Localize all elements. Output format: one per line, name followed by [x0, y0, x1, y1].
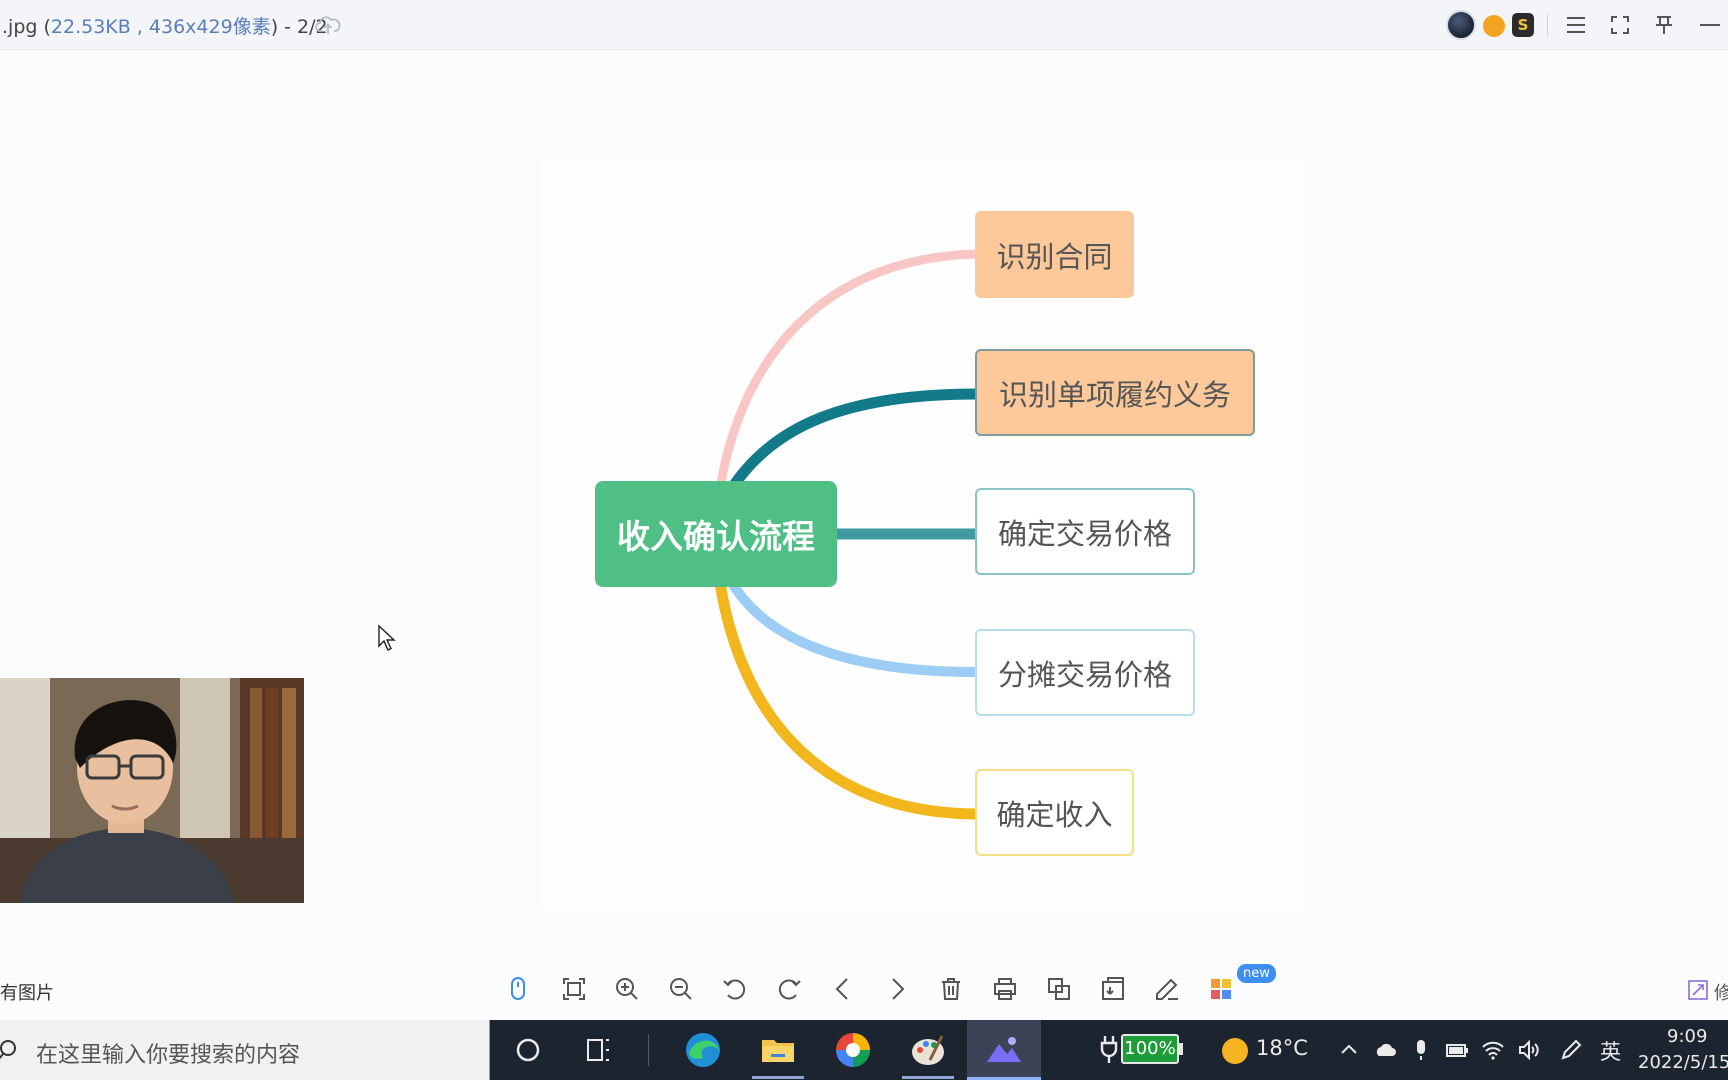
- mouse-mode-icon[interactable]: [503, 974, 533, 1004]
- mindmap-node-3: 确定交易价格: [975, 488, 1195, 575]
- title-bar: .jpg (22.53KB , 436x429像素) - 2/2 S: [0, 0, 1728, 50]
- weather-sun-icon[interactable]: [1222, 1038, 1248, 1064]
- menu-icon[interactable]: [1561, 10, 1591, 40]
- webcam-overlay: [0, 678, 304, 903]
- mindmap-node-5: 确定收入: [975, 769, 1134, 856]
- user-avatar[interactable]: [1446, 10, 1476, 40]
- paint-running-indicator: [902, 1076, 954, 1079]
- clock-date[interactable]: 2022/5/15: [1638, 1052, 1728, 1073]
- cloud-upload-icon[interactable]: [315, 14, 341, 36]
- color-app-icon[interactable]: [831, 1028, 875, 1072]
- all-images-label[interactable]: 有图片: [0, 979, 54, 1005]
- battery-tray-icon[interactable]: [1445, 1038, 1469, 1062]
- title-filename: .jpg (: [2, 16, 51, 38]
- mindmap-node-2: 识别单项履约义务: [975, 349, 1255, 436]
- microphone-icon[interactable]: [1409, 1038, 1433, 1062]
- search-placeholder: 在这里输入你要搜索的内容: [36, 1043, 301, 1068]
- volume-icon[interactable]: [1517, 1038, 1541, 1062]
- chevron-up-icon[interactable]: [1337, 1038, 1361, 1062]
- edge-browser-icon[interactable]: [681, 1028, 725, 1072]
- branch-line-2: [726, 388, 983, 494]
- taskbar: 在这里输入你要搜索的内容 100% 18°C 英 9:09 2022/5/15: [0, 1020, 1728, 1080]
- edit-icon[interactable]: [1152, 974, 1182, 1004]
- title-dimensions: 436x429像素: [148, 16, 271, 38]
- previous-icon[interactable]: [828, 974, 858, 1004]
- webcam-person-image: [0, 678, 304, 903]
- battery-indicator[interactable]: 100%: [1121, 1034, 1179, 1064]
- wifi-icon[interactable]: [1481, 1038, 1505, 1062]
- temperature-text[interactable]: 18°C: [1256, 1036, 1308, 1060]
- mindmap-node-4: 分摊交易价格: [975, 629, 1195, 716]
- explorer-running-indicator: [752, 1076, 804, 1079]
- ime-indicator[interactable]: 英: [1600, 1036, 1621, 1066]
- file-explorer-icon[interactable]: [756, 1028, 800, 1072]
- search-icon: [0, 1040, 16, 1060]
- cortana-icon[interactable]: [506, 1028, 550, 1072]
- mouse-cursor-icon: [378, 624, 396, 651]
- branch-line-4: [727, 578, 982, 677]
- fit-window-icon[interactable]: [559, 974, 589, 1004]
- image-viewer-icon: [987, 1037, 1021, 1062]
- apps-icon[interactable]: [1206, 974, 1236, 1004]
- taskbar-search[interactable]: 在这里输入你要搜索的内容: [0, 1020, 490, 1080]
- clock-time[interactable]: 9:09: [1667, 1026, 1707, 1047]
- pen-icon[interactable]: [1559, 1038, 1583, 1062]
- task-view-icon[interactable]: [576, 1028, 620, 1072]
- battery-tip: [1179, 1043, 1183, 1055]
- new-badge: new: [1237, 964, 1276, 983]
- power-plug-icon: [1100, 1036, 1118, 1063]
- print-icon[interactable]: [990, 974, 1020, 1004]
- paint-app-icon[interactable]: [906, 1028, 950, 1072]
- title-file-size: 22.53KB: [50, 16, 131, 38]
- next-icon[interactable]: [882, 974, 912, 1004]
- title-separator: ,: [130, 16, 149, 38]
- repair-icon[interactable]: [1688, 980, 1708, 1000]
- window-title: .jpg (22.53KB , 436x429像素) - 2/2: [2, 12, 328, 39]
- rotate-left-icon[interactable]: [720, 974, 750, 1004]
- convert-icon[interactable]: [1044, 974, 1074, 1004]
- titlebar-divider: [1547, 14, 1548, 36]
- mindmap-node-1: 识别合同: [975, 211, 1134, 298]
- repair-label[interactable]: 修: [1714, 979, 1728, 1005]
- compress-icon[interactable]: [1098, 974, 1128, 1004]
- image-viewer-task-active[interactable]: [967, 1020, 1041, 1080]
- rotate-right-icon[interactable]: [774, 974, 804, 1004]
- zoom-out-icon[interactable]: [666, 974, 696, 1004]
- s-app-icon[interactable]: S: [1512, 13, 1534, 37]
- image-canvas: 收入确认流程 识别合同 识别单项履约义务 确定交易价格 分摊交易价格 确定收入: [542, 158, 1304, 910]
- onedrive-cloud-icon[interactable]: [1373, 1038, 1397, 1062]
- mindmap-root-node: 收入确认流程: [595, 481, 837, 587]
- fullscreen-icon[interactable]: [1605, 10, 1635, 40]
- taskbar-divider: [648, 1034, 649, 1066]
- vip-badge-icon[interactable]: [1483, 15, 1505, 37]
- pin-icon[interactable]: [1649, 10, 1679, 40]
- delete-icon[interactable]: [936, 974, 966, 1004]
- zoom-in-icon[interactable]: [612, 974, 642, 1004]
- minimize-icon[interactable]: [1694, 10, 1724, 40]
